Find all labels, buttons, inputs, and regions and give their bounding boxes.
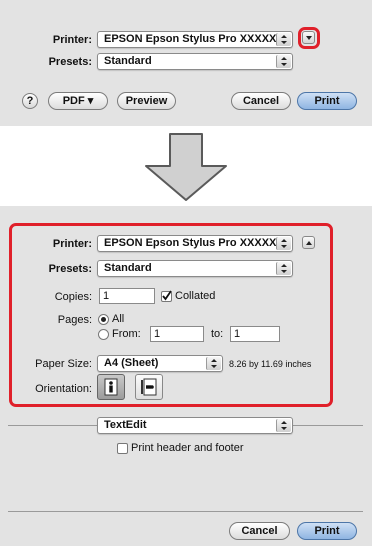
presets-value: Standard xyxy=(104,55,152,67)
pdf-menu-button[interactable]: PDF ▾ xyxy=(48,92,108,110)
printer-label: Printer: xyxy=(52,34,92,46)
pages-to-label: to: xyxy=(211,328,224,340)
help-icon: ? xyxy=(26,95,34,107)
presets-label: Presets: xyxy=(48,56,92,68)
print-button[interactable]: Print xyxy=(297,522,357,540)
pages-all-radio[interactable] xyxy=(98,314,109,325)
printer-popup[interactable]: EPSON Epson Stylus Pro XXXXX xyxy=(97,235,293,252)
footer-separator xyxy=(8,511,363,512)
app-options-value: TextEdit xyxy=(104,419,147,431)
paper-size-popup[interactable]: A4 (Sheet) xyxy=(97,355,223,372)
header-footer-checkbox[interactable] xyxy=(117,443,128,454)
presets-popup[interactable]: Standard xyxy=(97,260,293,277)
portrait-person-icon xyxy=(104,378,118,396)
pages-from-radio[interactable] xyxy=(98,329,109,340)
print-button[interactable]: Print xyxy=(297,92,357,110)
landscape-person-icon xyxy=(141,378,157,396)
cancel-button[interactable]: Cancel xyxy=(231,92,291,110)
presets-value: Standard xyxy=(104,262,152,274)
preview-button[interactable]: Preview xyxy=(117,92,176,110)
popup-arrows-icon xyxy=(276,237,291,250)
collapsed-print-dialog: Printer: EPSON Epson Stylus Pro XXXXX Pr… xyxy=(0,0,372,126)
copies-label: Copies: xyxy=(54,291,92,303)
printer-label: Printer: xyxy=(52,238,92,250)
orientation-label: Orientation: xyxy=(35,383,92,395)
paper-dimensions: 8.26 by 11.69 inches xyxy=(229,359,312,369)
chevron-up-icon xyxy=(306,241,312,245)
app-options-popup[interactable]: TextEdit xyxy=(97,417,293,434)
printer-value: EPSON Epson Stylus Pro XXXXX xyxy=(104,237,277,249)
paper-size-label: Paper Size: xyxy=(35,358,92,370)
popup-arrows-icon xyxy=(276,419,291,432)
chevron-down-icon xyxy=(306,36,312,40)
pages-to-field[interactable]: 1 xyxy=(230,326,280,342)
landscape-orientation-button[interactable] xyxy=(135,374,163,400)
pages-from-field[interactable]: 1 xyxy=(150,326,204,342)
pages-from-label: From: xyxy=(112,328,141,340)
copies-field[interactable]: 1 xyxy=(99,288,155,304)
collated-checkbox[interactable] xyxy=(161,290,172,302)
paper-size-value: A4 (Sheet) xyxy=(104,357,159,369)
down-arrow-icon xyxy=(140,132,232,202)
pages-label: Pages: xyxy=(57,314,92,326)
popup-arrows-icon xyxy=(206,357,221,370)
pages-all-label: All xyxy=(112,313,125,325)
cancel-button[interactable]: Cancel xyxy=(229,522,290,540)
help-button[interactable]: ? xyxy=(22,93,38,109)
popup-arrows-icon xyxy=(276,262,291,275)
popup-arrows-icon xyxy=(276,33,291,46)
printer-value: EPSON Epson Stylus Pro XXXXX xyxy=(104,33,277,45)
collated-label: Collated xyxy=(175,290,216,302)
presets-popup[interactable]: Standard xyxy=(97,53,293,70)
expanded-print-dialog: Printer: EPSON Epson Stylus Pro XXXXX Pr… xyxy=(0,206,372,546)
expand-disclosure-button[interactable] xyxy=(302,31,315,44)
header-footer-label: Print header and footer xyxy=(131,442,244,454)
checkmark-icon xyxy=(162,290,172,301)
collapse-disclosure-button[interactable] xyxy=(302,236,315,249)
printer-popup[interactable]: EPSON Epson Stylus Pro XXXXX xyxy=(97,31,293,48)
portrait-orientation-button[interactable] xyxy=(97,374,125,400)
popup-arrows-icon xyxy=(276,55,291,68)
presets-label: Presets: xyxy=(48,263,92,275)
